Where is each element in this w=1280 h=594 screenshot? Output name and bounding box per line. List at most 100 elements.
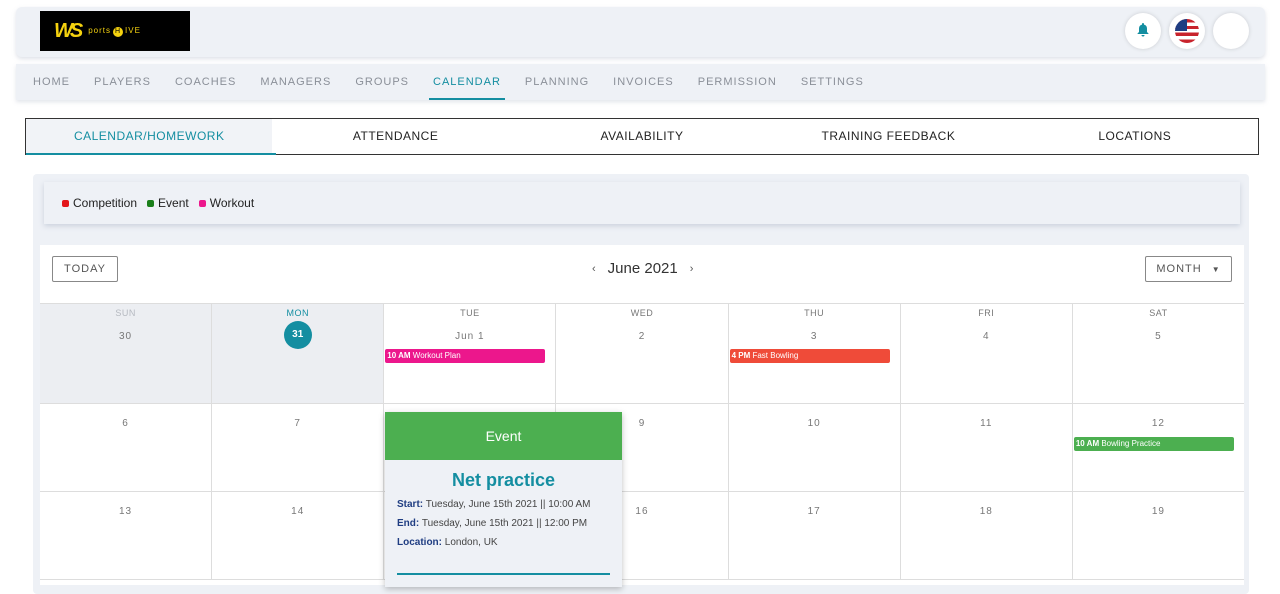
- nav-players[interactable]: PLAYERS: [94, 64, 151, 100]
- caret-down-icon: ▼: [1211, 265, 1221, 274]
- legend-competition: Competition: [62, 196, 137, 210]
- day-number: 19: [1151, 506, 1165, 517]
- start-label: Start:: [397, 499, 424, 510]
- popover-location: Location: London, UK: [385, 537, 622, 548]
- day-of-week: THU: [804, 308, 825, 318]
- legend-label: Competition: [73, 196, 138, 210]
- today-button[interactable]: TODAY: [52, 256, 118, 282]
- day-cell[interactable]: 12 10 AM Bowling Practice: [1072, 404, 1244, 492]
- event-dot: [147, 199, 155, 207]
- event-time: 4 PM: [731, 351, 751, 360]
- day-cell[interactable]: MON 31: [212, 304, 385, 404]
- chevron-left-icon[interactable]: ‹: [592, 263, 596, 275]
- day-number: Jun 1: [455, 331, 485, 342]
- tab-availability[interactable]: AVAILABILITY: [519, 119, 765, 154]
- calendar-grid: SUN 30 MON 31 TUE Jun 1 10 AM Workout Pl…: [40, 303, 1244, 580]
- day-cell[interactable]: TUE Jun 1 10 AM Workout Plan: [384, 304, 557, 404]
- event-time: 10 AM: [1075, 439, 1100, 448]
- main-nav: HOME PLAYERS COACHES MANAGERS GROUPS CAL…: [16, 64, 1265, 100]
- workout-dot: [198, 199, 206, 207]
- app-logo[interactable]: WS ports H IVE: [40, 11, 190, 51]
- popover-divider: [397, 573, 610, 575]
- location-value: London, UK: [444, 537, 498, 548]
- day-number: 5: [1155, 331, 1162, 342]
- month-title: June 2021: [607, 260, 678, 277]
- day-number: 3: [810, 331, 818, 342]
- day-number: 11: [980, 418, 993, 429]
- day-number: 4: [982, 331, 990, 342]
- top-icons: [1125, 13, 1249, 49]
- legend-label: Workout: [209, 196, 255, 210]
- calendar-event[interactable]: 10 AM Workout Plan: [385, 349, 546, 363]
- legend-workout: Workout: [198, 196, 255, 210]
- avatar[interactable]: [1213, 13, 1249, 49]
- popover-header: Event: [385, 412, 622, 460]
- day-cell[interactable]: 10: [728, 404, 901, 492]
- day-cell[interactable]: 11: [900, 404, 1073, 492]
- day-cell[interactable]: 7: [212, 404, 385, 492]
- tab-locations[interactable]: LOCATIONS: [1012, 119, 1258, 154]
- day-number: 7: [294, 418, 301, 429]
- nav-coaches[interactable]: COACHES: [175, 64, 236, 100]
- day-of-week: SUN: [115, 308, 136, 318]
- notification-button[interactable]: [1125, 13, 1161, 49]
- day-cell[interactable]: 13: [40, 492, 213, 580]
- day-of-week: SAT: [1149, 308, 1168, 318]
- nav-permission[interactable]: PERMISSION: [698, 64, 777, 100]
- calendar-event[interactable]: 10 AM Bowling Practice: [1073, 437, 1234, 451]
- tab-calendar-homework[interactable]: CALENDAR/HOMEWORK: [26, 119, 277, 155]
- day-number: 12: [1151, 418, 1165, 429]
- view-select[interactable]: MONTH ▼: [1145, 256, 1232, 282]
- legend-event: Event: [147, 196, 189, 210]
- event-title: Fast Bowling: [752, 351, 799, 360]
- popover-title: Net practice: [451, 470, 556, 490]
- tab-training-feedback[interactable]: TRAINING FEEDBACK: [765, 119, 1011, 154]
- legend-label: Event: [158, 196, 189, 210]
- day-cell[interactable]: SAT 5: [1072, 304, 1244, 404]
- nav-planning[interactable]: PLANNING: [525, 64, 589, 100]
- competition-dot: [62, 199, 69, 207]
- event-title: Workout Plan: [412, 351, 461, 360]
- popover-start: Start: Tuesday, June 15th 2021 || 10:00 …: [385, 499, 622, 510]
- day-cell[interactable]: 14: [212, 492, 385, 580]
- nav-invoices[interactable]: INVOICES: [613, 64, 674, 100]
- top-bar: WS ports H IVE: [16, 7, 1265, 57]
- day-cell[interactable]: SUN 30: [40, 304, 213, 404]
- event-title: Bowling Practice: [1101, 439, 1161, 448]
- nav-home[interactable]: HOME: [33, 64, 70, 100]
- event-legend: Competition Event Workout: [44, 182, 1240, 224]
- nav-managers[interactable]: MANAGERS: [260, 64, 331, 100]
- day-number: 10: [807, 418, 821, 429]
- event-time: 10 AM: [387, 351, 411, 360]
- day-of-week: MON: [286, 308, 309, 318]
- day-cell[interactable]: FRI 4: [900, 304, 1073, 404]
- calendar-event[interactable]: 4 PM Fast Bowling: [729, 349, 890, 363]
- day-of-week: TUE: [460, 308, 480, 318]
- day-cell[interactable]: WED 2: [556, 304, 729, 404]
- event-popover[interactable]: Event Net practice Start: Tuesday, June …: [385, 412, 622, 587]
- nav-calendar[interactable]: CALENDAR: [429, 64, 505, 100]
- end-label: End:: [397, 518, 420, 529]
- day-cell[interactable]: 19: [1072, 492, 1244, 580]
- nav-settings[interactable]: SETTINGS: [801, 64, 864, 100]
- day-cell[interactable]: 18: [900, 492, 1073, 580]
- chevron-right-icon[interactable]: ›: [690, 263, 694, 275]
- tab-attendance[interactable]: ATTENDANCE: [272, 119, 518, 154]
- start-value: Tuesday, June 15th 2021 || 10:00 AM: [425, 499, 591, 510]
- day-cell[interactable]: 17: [728, 492, 901, 580]
- day-of-week: WED: [630, 308, 654, 318]
- day-number: 6: [122, 418, 129, 429]
- day-number: 30: [119, 331, 133, 342]
- end-value: Tuesday, June 15th 2021 || 12:00 PM: [421, 518, 588, 529]
- week-row: 13 14 15 16 17 18 19: [40, 492, 1244, 580]
- nav-groups[interactable]: GROUPS: [355, 64, 409, 100]
- day-number: 13: [119, 506, 133, 517]
- day-cell[interactable]: THU 3 4 PM Fast Bowling: [728, 304, 901, 404]
- day-number: 18: [979, 506, 993, 517]
- logo-mark: WS: [54, 19, 83, 42]
- location-label: Location:: [397, 537, 442, 548]
- day-number: 14: [291, 506, 305, 517]
- language-button[interactable]: [1169, 13, 1205, 49]
- popover-end: End: Tuesday, June 15th 2021 || 12:00 PM: [385, 518, 622, 529]
- day-cell[interactable]: 6: [40, 404, 213, 492]
